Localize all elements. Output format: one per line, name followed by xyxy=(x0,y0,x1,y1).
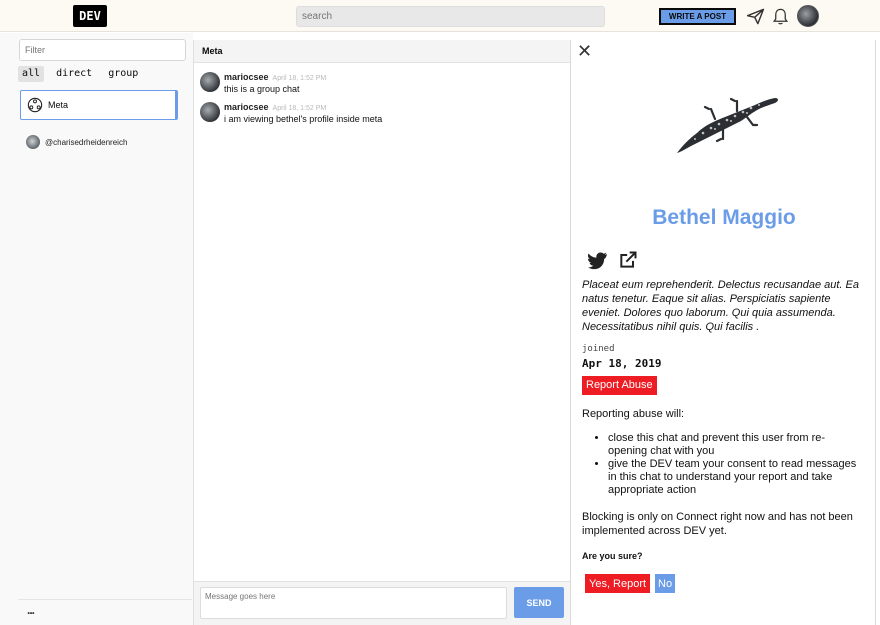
search-input[interactable] xyxy=(296,6,605,27)
profile-panel: ✕ Bethel Maggio Placeat eum reprehenderi… xyxy=(570,40,876,625)
user-avatar[interactable] xyxy=(797,5,819,27)
send-button[interactable]: SEND xyxy=(514,587,564,618)
chat-sidebar: all direct group Meta @charisedrheidenre… xyxy=(0,33,193,625)
profile-picture-lizard xyxy=(677,97,778,153)
bell-icon[interactable] xyxy=(771,7,790,26)
channel-item-dm[interactable]: @charisedrheidenreich xyxy=(26,134,127,150)
twitter-icon[interactable] xyxy=(587,250,609,270)
channel-type-tabs: all direct group xyxy=(18,66,142,82)
profile-bio: Placeat eum reprehenderit. Delectus recu… xyxy=(582,279,859,333)
channel-label: Meta xyxy=(48,100,69,110)
divider xyxy=(18,599,192,600)
list-item: give the DEV team your consent to read m… xyxy=(608,458,864,497)
close-icon[interactable]: ✕ xyxy=(577,41,592,62)
message-timestamp: April 18, 1:52 PM xyxy=(272,105,327,112)
tab-direct[interactable]: direct xyxy=(52,66,96,82)
avatar[interactable] xyxy=(200,102,220,122)
paper-plane-icon[interactable] xyxy=(746,7,765,26)
dev-logo[interactable]: DEV xyxy=(73,5,107,27)
chat-message: mariocsee April 18, 1:52 PM this is a gr… xyxy=(200,72,326,94)
external-link-icon[interactable] xyxy=(617,250,639,270)
report-abuse-button[interactable]: Report Abuse xyxy=(582,376,657,395)
channel-label: @charisedrheidenreich xyxy=(45,137,128,147)
blocking-note: Blocking is only on Connect right now an… xyxy=(582,511,853,537)
write-post-button[interactable]: WRITE A POST xyxy=(659,8,736,25)
filter-input[interactable] xyxy=(19,39,186,61)
message-text: i am viewing bethel's profile inside met… xyxy=(224,114,383,124)
reporting-intro: Reporting abuse will: xyxy=(582,408,685,420)
avatar[interactable] xyxy=(200,72,220,92)
message-input[interactable] xyxy=(200,587,507,619)
top-nav-bar: DEV WRITE A POST xyxy=(0,0,880,32)
list-item: close this chat and prevent this user fr… xyxy=(608,432,864,458)
message-author[interactable]: mariocsee xyxy=(224,102,269,112)
message-text: this is a group chat xyxy=(224,84,300,94)
message-author[interactable]: mariocsee xyxy=(224,72,269,82)
joined-date: Apr 18, 2019 xyxy=(582,357,662,370)
more-options-button[interactable]: ... xyxy=(27,603,35,617)
message-timestamp: April 18, 1:52 PM xyxy=(272,75,327,82)
group-channel-icon xyxy=(27,97,43,113)
chat-title: Meta xyxy=(194,40,571,63)
profile-name: Bethel Maggio xyxy=(652,206,796,229)
tab-all[interactable]: all xyxy=(18,66,45,82)
confirm-question: Are you sure? xyxy=(582,551,643,561)
avatar xyxy=(26,135,40,149)
cancel-report-button[interactable]: No xyxy=(655,574,676,593)
message-composer: SEND xyxy=(194,581,571,625)
chat-panel: Meta mariocsee April 18, 1:52 PM this is… xyxy=(193,40,571,625)
joined-label: joined xyxy=(582,344,615,354)
chat-message: mariocsee April 18, 1:52 PM i am viewing… xyxy=(200,102,382,124)
reporting-consequences-list: close this chat and prevent this user fr… xyxy=(596,432,864,497)
channel-item-meta[interactable]: Meta xyxy=(20,90,178,120)
confirm-report-button[interactable]: Yes, Report xyxy=(585,574,651,593)
tab-group[interactable]: group xyxy=(104,66,142,82)
social-links xyxy=(587,250,639,270)
